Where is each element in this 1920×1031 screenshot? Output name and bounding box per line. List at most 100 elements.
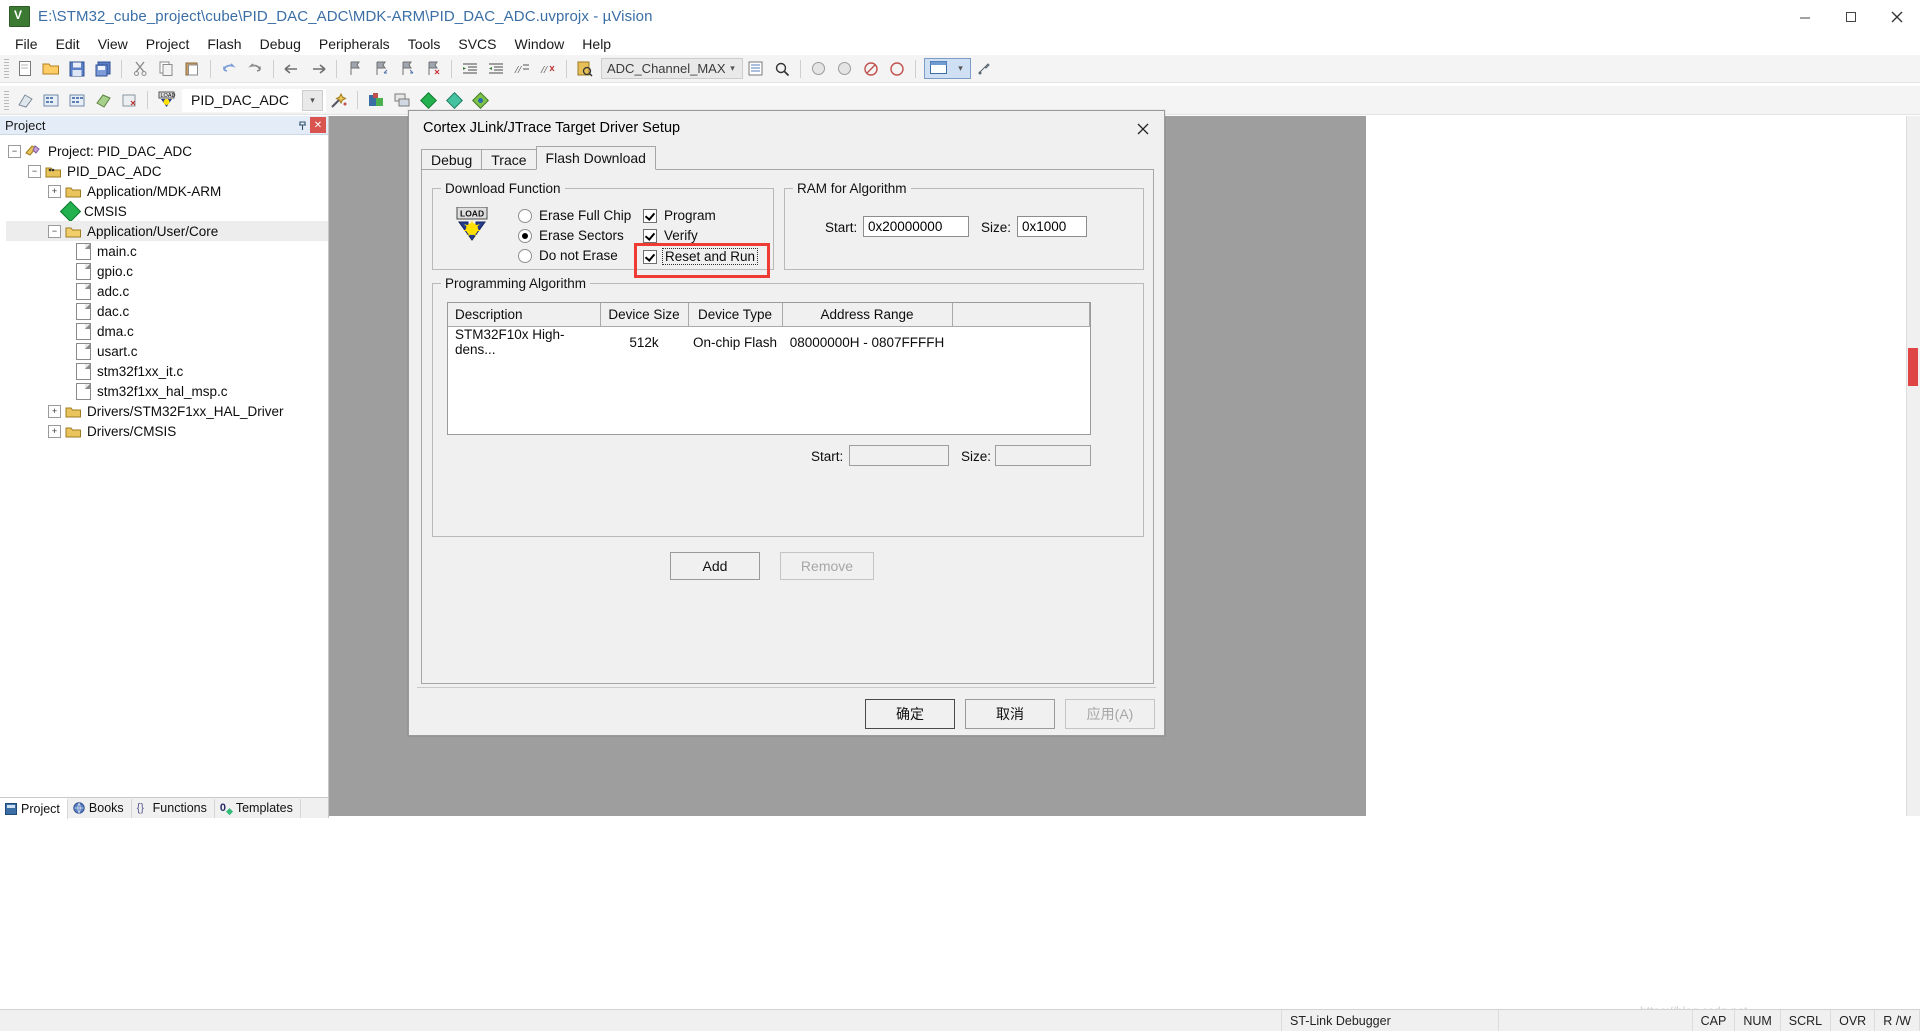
tree-node-stm32f1xx-hal-msp-c[interactable]: stm32f1xx_hal_msp.c (6, 381, 328, 401)
build-icon[interactable] (39, 89, 63, 111)
find-in-files-icon[interactable] (573, 58, 597, 80)
ram-size-input[interactable]: 0x1000 (1017, 216, 1087, 237)
menu-help[interactable]: Help (573, 34, 620, 54)
stop-icon[interactable] (859, 58, 883, 80)
tree-node-application-user-core[interactable]: − Application/User/Core (6, 221, 328, 241)
checkbox[interactable] (643, 208, 657, 223)
pin-icon[interactable] (294, 117, 310, 133)
batch-build-icon[interactable] (91, 89, 115, 111)
algorithm-start-input[interactable] (849, 445, 949, 466)
close-icon[interactable]: ✕ (310, 117, 326, 133)
packs-multi-icon[interactable] (468, 89, 492, 111)
packs-green-icon[interactable] (416, 89, 440, 111)
configure-icon[interactable] (972, 58, 996, 80)
tree-node-drivers-hal[interactable]: + Drivers/STM32F1xx_HAL_Driver (6, 401, 328, 421)
tree-node-drivers-cmsis[interactable]: + Drivers/CMSIS (6, 421, 328, 441)
radio-button[interactable] (518, 208, 532, 223)
checkbox[interactable] (643, 228, 657, 243)
tree-node-dac-c[interactable]: dac.c (6, 301, 328, 321)
comment-icon[interactable]: // (510, 58, 534, 80)
toolbar-grip[interactable] (4, 90, 9, 110)
bookmark-prev-icon[interactable] (369, 58, 393, 80)
toolbar-grip[interactable] (4, 59, 9, 78)
target-options-icon[interactable] (364, 89, 388, 111)
tree-node-application-mdk-arm[interactable]: + Application/MDK-ARM (6, 181, 328, 201)
expand-toggle-icon[interactable]: + (48, 184, 61, 198)
magic-wand-icon[interactable] (327, 89, 351, 111)
outdent-icon[interactable] (484, 58, 508, 80)
copy-icon[interactable] (154, 58, 178, 80)
tree-node-cmsis[interactable]: CMSIS (6, 200, 328, 222)
redo-icon[interactable] (243, 58, 267, 80)
apply-button[interactable]: 应用(A) (1065, 699, 1155, 729)
tab-debug[interactable]: Debug (421, 149, 483, 170)
chevron-down-icon[interactable]: ▾ (302, 89, 323, 111)
menu-flash[interactable]: Flash (198, 34, 250, 54)
bookmark-clear-icon[interactable] (421, 58, 445, 80)
vertical-scrollbar[interactable] (1906, 116, 1920, 816)
tab-templates[interactable]: 0◆ Templates (215, 798, 301, 818)
algorithm-size-input[interactable] (995, 445, 1091, 466)
menu-debug[interactable]: Debug (251, 34, 310, 54)
col-address-range[interactable]: Address Range (782, 303, 953, 327)
minimize-icon[interactable] (1782, 0, 1828, 33)
radio-erase-full-chip[interactable]: Erase Full Chip (518, 208, 631, 223)
translate-icon[interactable] (13, 89, 37, 111)
rebuild-icon[interactable] (65, 89, 89, 111)
add-button[interactable]: Add (670, 552, 760, 580)
tree-node-dma-c[interactable]: dma.c (6, 321, 328, 341)
col-device-type[interactable]: Device Type (688, 303, 783, 327)
col-description[interactable]: Description (448, 303, 601, 327)
project-target-combo[interactable]: PID_DAC_ADC ▾ (182, 88, 326, 112)
collapse-toggle-icon[interactable]: − (8, 144, 21, 158)
menu-svcs[interactable]: SVCS (449, 34, 505, 54)
menu-window[interactable]: Window (506, 34, 574, 54)
save-all-icon[interactable] (91, 58, 115, 80)
collapse-toggle-icon[interactable]: − (28, 164, 41, 178)
menu-edit[interactable]: Edit (47, 34, 89, 54)
close-icon[interactable] (1126, 116, 1160, 142)
search-icon[interactable] (770, 58, 794, 80)
tree-node-adc-c[interactable]: adc.c (6, 281, 328, 301)
tab-trace[interactable]: Trace (481, 149, 537, 170)
undo-icon[interactable] (217, 58, 241, 80)
tab-books[interactable]: Books (68, 798, 132, 818)
ok-button[interactable]: 确定 (865, 699, 955, 729)
new-file-icon[interactable] (13, 58, 37, 80)
cut-icon[interactable] (128, 58, 152, 80)
download-icon[interactable]: LOAD (154, 89, 178, 111)
ram-start-input[interactable]: 0x20000000 (863, 216, 969, 237)
tree-node-gpio-c[interactable]: gpio.c (6, 261, 328, 281)
scrollbar-thumb[interactable] (1908, 348, 1918, 386)
chevron-down-icon[interactable]: ▾ (954, 63, 968, 74)
save-icon[interactable] (65, 58, 89, 80)
cancel-button[interactable]: 取消 (965, 699, 1055, 729)
chevron-down-icon[interactable]: ▾ (726, 63, 740, 74)
tab-functions[interactable]: {} Functions (132, 798, 215, 818)
indent-icon[interactable] (458, 58, 482, 80)
open-file-icon[interactable] (39, 58, 63, 80)
reset-icon[interactable] (833, 58, 857, 80)
window-layout-combo[interactable]: ▾ (923, 58, 971, 79)
menu-file[interactable]: File (6, 34, 47, 54)
tab-project[interactable]: Project (0, 797, 68, 819)
navigate-back-icon[interactable] (280, 58, 304, 80)
radio-button[interactable] (518, 248, 532, 263)
debug-start-icon[interactable] (807, 58, 831, 80)
maximize-icon[interactable] (1828, 0, 1874, 33)
radio-button[interactable] (518, 228, 532, 243)
stop-build-icon[interactable] (117, 89, 141, 111)
menu-project[interactable]: Project (137, 34, 199, 54)
menu-view[interactable]: View (89, 34, 137, 54)
collapse-toggle-icon[interactable]: − (48, 224, 61, 238)
radio-erase-sectors[interactable]: Erase Sectors (518, 228, 624, 243)
menu-tools[interactable]: Tools (399, 34, 450, 54)
menu-peripherals[interactable]: Peripherals (310, 34, 399, 54)
algorithm-table[interactable]: Description Device Size Device Type Addr… (447, 302, 1091, 435)
tree-node-main-c[interactable]: main.c (6, 241, 328, 261)
navigate-forward-icon[interactable] (306, 58, 330, 80)
expand-toggle-icon[interactable]: + (48, 424, 61, 438)
paste-icon[interactable] (180, 58, 204, 80)
remove-button[interactable]: Remove (780, 552, 874, 580)
col-device-size[interactable]: Device Size (600, 303, 689, 327)
